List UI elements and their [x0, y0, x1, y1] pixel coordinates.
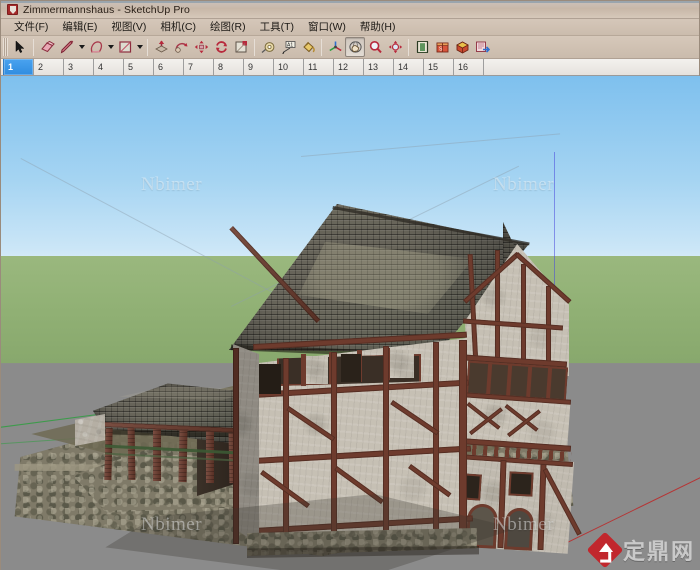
- menu-view[interactable]: 视图(V): [104, 18, 153, 36]
- scene-tab-10[interactable]: 10: [273, 59, 303, 75]
- chevron-down-icon-rect[interactable]: [135, 37, 144, 57]
- rectangle-icon[interactable]: [115, 37, 135, 57]
- chevron-down-icon-arc[interactable]: [106, 37, 115, 57]
- section-plane-icon[interactable]: [412, 37, 432, 57]
- scene-tab-bar: 1 2 3 4 5 6 7 8 9 10 11 12 13 14 15 16: [1, 59, 699, 76]
- axes-icon[interactable]: [325, 37, 345, 57]
- chevron-down-icon-line[interactable]: [77, 37, 86, 57]
- menu-window[interactable]: 窗口(W): [301, 18, 353, 36]
- menu-help[interactable]: 帮助(H): [353, 18, 403, 36]
- scene-tab-11[interactable]: 11: [303, 59, 333, 75]
- side-facade-post: [459, 340, 467, 540]
- arc-icon[interactable]: [86, 37, 106, 57]
- push-pull-icon[interactable]: [151, 37, 171, 57]
- scene-tab-2[interactable]: 2: [33, 59, 63, 75]
- scene-tab-16[interactable]: 16: [453, 59, 483, 75]
- side-window-infill: [306, 356, 328, 384]
- house-model: [1, 76, 700, 570]
- scene-tab-13[interactable]: 13: [363, 59, 393, 75]
- scene-tab-6[interactable]: 6: [153, 59, 183, 75]
- components-browser-icon[interactable]: S: [432, 37, 452, 57]
- menu-draw[interactable]: 绘图(R): [203, 18, 253, 36]
- scene-tab-15[interactable]: 15: [423, 59, 453, 75]
- sketchup-window: Zimmermannshaus - SketchUp Pro 文件(F) 编辑(…: [0, 0, 700, 570]
- materials-browser-icon[interactable]: [452, 37, 472, 57]
- front-window: [508, 471, 534, 497]
- toolbar-separator: [33, 38, 34, 56]
- shed-post: [178, 427, 188, 483]
- scene-tab-4[interactable]: 4: [93, 59, 123, 75]
- scene-tab-7[interactable]: 7: [183, 59, 213, 75]
- dimension-text-icon[interactable]: A1: [278, 37, 298, 57]
- eraser-icon[interactable]: [37, 37, 57, 57]
- shed-post: [153, 426, 161, 481]
- side-dark-recess: [259, 364, 281, 394]
- scene-tab-5[interactable]: 5: [123, 59, 153, 75]
- menu-edit[interactable]: 编辑(E): [55, 18, 104, 36]
- main-toolbar: A1 S: [1, 36, 699, 59]
- menu-tools[interactable]: 工具(T): [253, 18, 301, 36]
- scene-tab-end-marker: [483, 59, 491, 75]
- scene-tab-8[interactable]: 8: [213, 59, 243, 75]
- orbit-hand-icon[interactable]: [345, 37, 365, 57]
- scene-tab-1[interactable]: 1: [3, 59, 33, 75]
- zoom-magnifier-icon[interactable]: [365, 37, 385, 57]
- follow-me-icon[interactable]: [171, 37, 191, 57]
- toolbar-separator: [147, 38, 148, 56]
- 3d-model-viewport[interactable]: Nbimer Nbimer Nbimer Nbimer 定鼎网: [1, 76, 700, 570]
- export-page-icon[interactable]: [472, 37, 492, 57]
- window-title: Zimmermannshaus - SketchUp Pro: [23, 3, 190, 16]
- tape-measure-icon[interactable]: [258, 37, 278, 57]
- scale-icon[interactable]: [231, 37, 251, 57]
- menu-file[interactable]: 文件(F): [7, 18, 55, 36]
- menu-bar: 文件(F) 编辑(E) 视图(V) 相机(C) 绘图(R) 工具(T) 窗口(W…: [1, 19, 699, 36]
- sketchup-icon: [7, 4, 18, 15]
- toolbar-separator: [254, 38, 255, 56]
- pencil-line-icon[interactable]: [57, 37, 77, 57]
- scene-tab-12[interactable]: 12: [333, 59, 363, 75]
- title-bar: Zimmermannshaus - SketchUp Pro: [1, 1, 699, 19]
- zoom-extents-icon[interactable]: [385, 37, 405, 57]
- side-window-infill: [390, 350, 414, 378]
- paint-bucket-icon[interactable]: [298, 37, 318, 57]
- toolbar-grip[interactable]: [3, 38, 8, 56]
- move-icon[interactable]: [191, 37, 211, 57]
- rotate-icon[interactable]: [211, 37, 231, 57]
- svg-text:A1: A1: [287, 43, 293, 49]
- toolbar-separator: [321, 38, 322, 56]
- toolbar-separator: [408, 38, 409, 56]
- menu-camera[interactable]: 相机(C): [153, 18, 203, 36]
- select-arrow-icon[interactable]: [10, 37, 30, 57]
- side-facade-post: [433, 342, 439, 536]
- scene-tab-14[interactable]: 14: [393, 59, 423, 75]
- side-dark-recess: [341, 354, 361, 382]
- scene-tab-9[interactable]: 9: [243, 59, 273, 75]
- scene-tab-3[interactable]: 3: [63, 59, 93, 75]
